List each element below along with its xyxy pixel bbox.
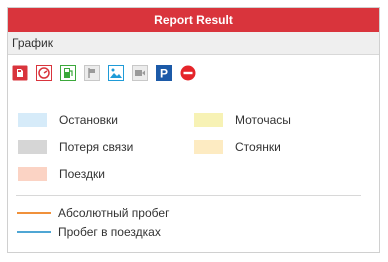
fuel-icon: [12, 65, 28, 81]
line-sample-trip-mileage: [17, 231, 51, 233]
fuel-station-icon: [60, 65, 76, 81]
parking-icon: P: [156, 65, 172, 81]
legend-label-stops: Остановки: [59, 113, 118, 127]
speed-button[interactable]: [36, 65, 52, 81]
legend-swatch-connection-loss: [18, 140, 47, 154]
image-button[interactable]: [108, 65, 124, 81]
line-label-trip-mileage: Пробег в поездках: [58, 225, 161, 239]
no-entry-icon: [180, 65, 196, 81]
legend-item-stops: Остановки: [18, 113, 118, 127]
legend-item-trips: Поездки: [18, 167, 105, 181]
flag-icon: [84, 65, 100, 81]
legend-swatch-stops: [18, 113, 47, 127]
window-title: Report Result: [8, 8, 379, 32]
legend-label-engine-hours: Моточасы: [235, 113, 291, 127]
legend-item-parkings: Стоянки: [194, 140, 281, 154]
fuel-station-button[interactable]: [60, 65, 76, 81]
section-header-chart[interactable]: График: [8, 32, 379, 55]
line-legend-trip-mileage: Пробег в поездках: [17, 225, 161, 239]
legend-item-connection-loss: Потеря связи: [18, 140, 133, 154]
speedometer-icon: [36, 65, 52, 81]
legend-label-parkings: Стоянки: [235, 140, 281, 154]
legend-item-engine-hours: Моточасы: [194, 113, 291, 127]
legend-label-connection-loss: Потеря связи: [59, 140, 134, 154]
line-legend-absolute-mileage: Абсолютный пробег: [17, 206, 169, 220]
image-icon: [108, 65, 124, 81]
legend-swatch-parkings: [194, 140, 223, 154]
flag-button[interactable]: [84, 65, 100, 81]
chart-toolbar: P: [12, 62, 204, 84]
line-label-absolute-mileage: Абсолютный пробег: [58, 206, 170, 220]
line-sample-absolute-mileage: [17, 212, 51, 214]
legend-label-trips: Поездки: [59, 167, 105, 181]
video-icon: [132, 65, 148, 81]
fuel-button[interactable]: [12, 65, 28, 81]
legend-swatch-trips: [18, 167, 47, 181]
legend-divider: [16, 195, 361, 196]
video-button[interactable]: [132, 65, 148, 81]
parking-button[interactable]: P: [156, 65, 172, 81]
legend-swatch-engine-hours: [194, 113, 223, 127]
svg-text:P: P: [160, 67, 168, 81]
no-entry-button[interactable]: [180, 65, 196, 81]
